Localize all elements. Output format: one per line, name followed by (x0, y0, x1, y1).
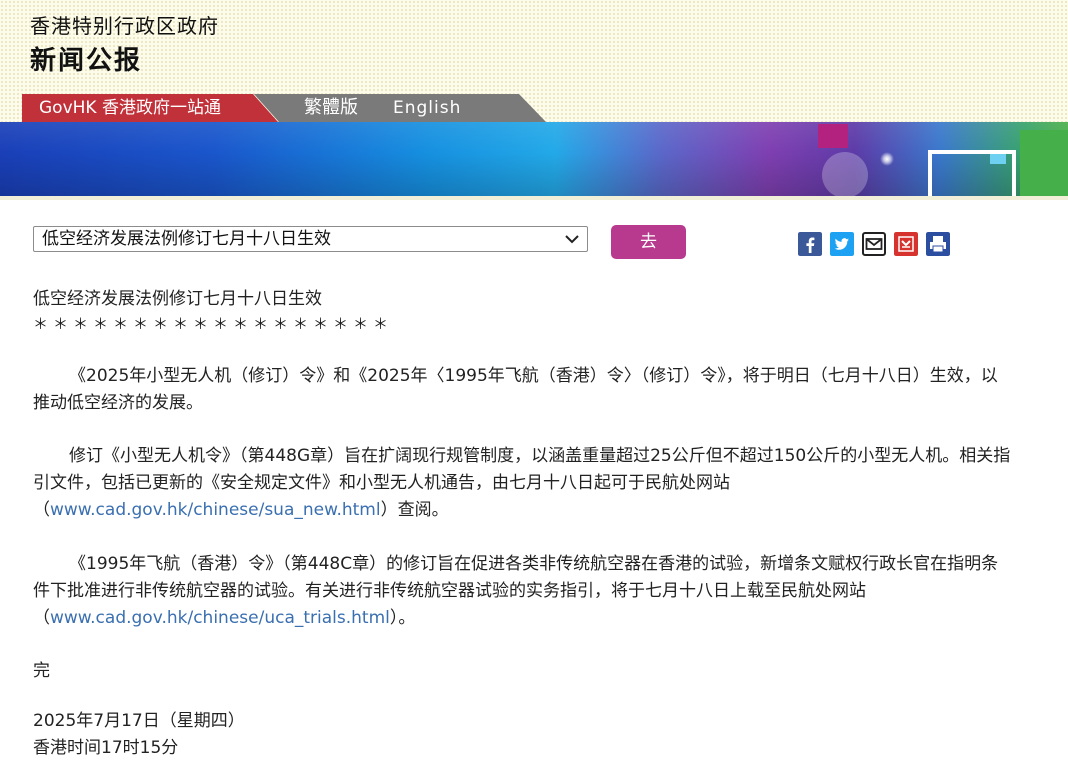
page-header: 香港特别行政区政府 新闻公报 GovHK 香港政府一站通 繁體版 English (0, 0, 1068, 122)
banner-decoration (818, 124, 848, 148)
go-button[interactable]: 去 (611, 225, 686, 259)
government-name: 香港特别行政区政府 (30, 14, 219, 38)
bookmark-icon[interactable] (894, 232, 918, 256)
banner-decoration (822, 152, 868, 198)
press-release-title: 低空经济发展法例修订七月十八日生效 (33, 289, 322, 309)
title-separator: ＊＊＊＊＊＊＊＊＊＊＊＊＊＊＊＊＊＊ (33, 315, 394, 333)
page-title: 新闻公报 (30, 46, 143, 76)
uca-trials-link[interactable]: www.cad.gov.hk/chinese/uca_trials.html (50, 608, 390, 628)
twitter-icon[interactable] (830, 232, 854, 256)
release-time: 香港时间17时15分 (33, 738, 179, 758)
paragraph-1: 《2025年小型无人机（修订）令》和《2025年〈1995年飞航（香港）令〉（修… (33, 366, 998, 413)
english-link[interactable]: English (393, 94, 461, 122)
sua-guidance-link[interactable]: www.cad.gov.hk/chinese/sua_new.html (50, 500, 381, 520)
language-nav: GovHK 香港政府一站通 繁體版 English (22, 94, 546, 122)
end-mark: 完 (33, 661, 50, 681)
press-release-select-value: 低空经济发展法例修订七月十八日生效 (42, 229, 331, 249)
banner-decoration (928, 150, 1016, 210)
banner-edge (0, 196, 1068, 200)
traditional-chinese-link[interactable]: 繁體版 (304, 94, 358, 122)
paragraph-2: 修订《小型无人机令》（第448G章）旨在扩阔现行规管制度，以涵盖重量超过25公斤… (33, 446, 1011, 520)
chevron-down-icon (565, 235, 579, 244)
print-icon[interactable] (926, 232, 950, 256)
banner-sparkle (880, 152, 894, 166)
decorative-banner (0, 122, 1068, 198)
release-date: 2025年7月17日（星期四） (33, 711, 245, 731)
email-icon[interactable] (862, 232, 886, 256)
banner-decoration (1020, 130, 1068, 198)
press-release-select[interactable]: 低空经济发展法例修订七月十八日生效 (33, 226, 588, 252)
govhk-link[interactable]: GovHK 香港政府一站通 (22, 94, 278, 122)
facebook-icon[interactable] (798, 232, 822, 256)
paragraph-3: 《1995年飞航（香港）令》（第448C章）的修订旨在促进各类非传统航空器在香港… (33, 554, 999, 628)
